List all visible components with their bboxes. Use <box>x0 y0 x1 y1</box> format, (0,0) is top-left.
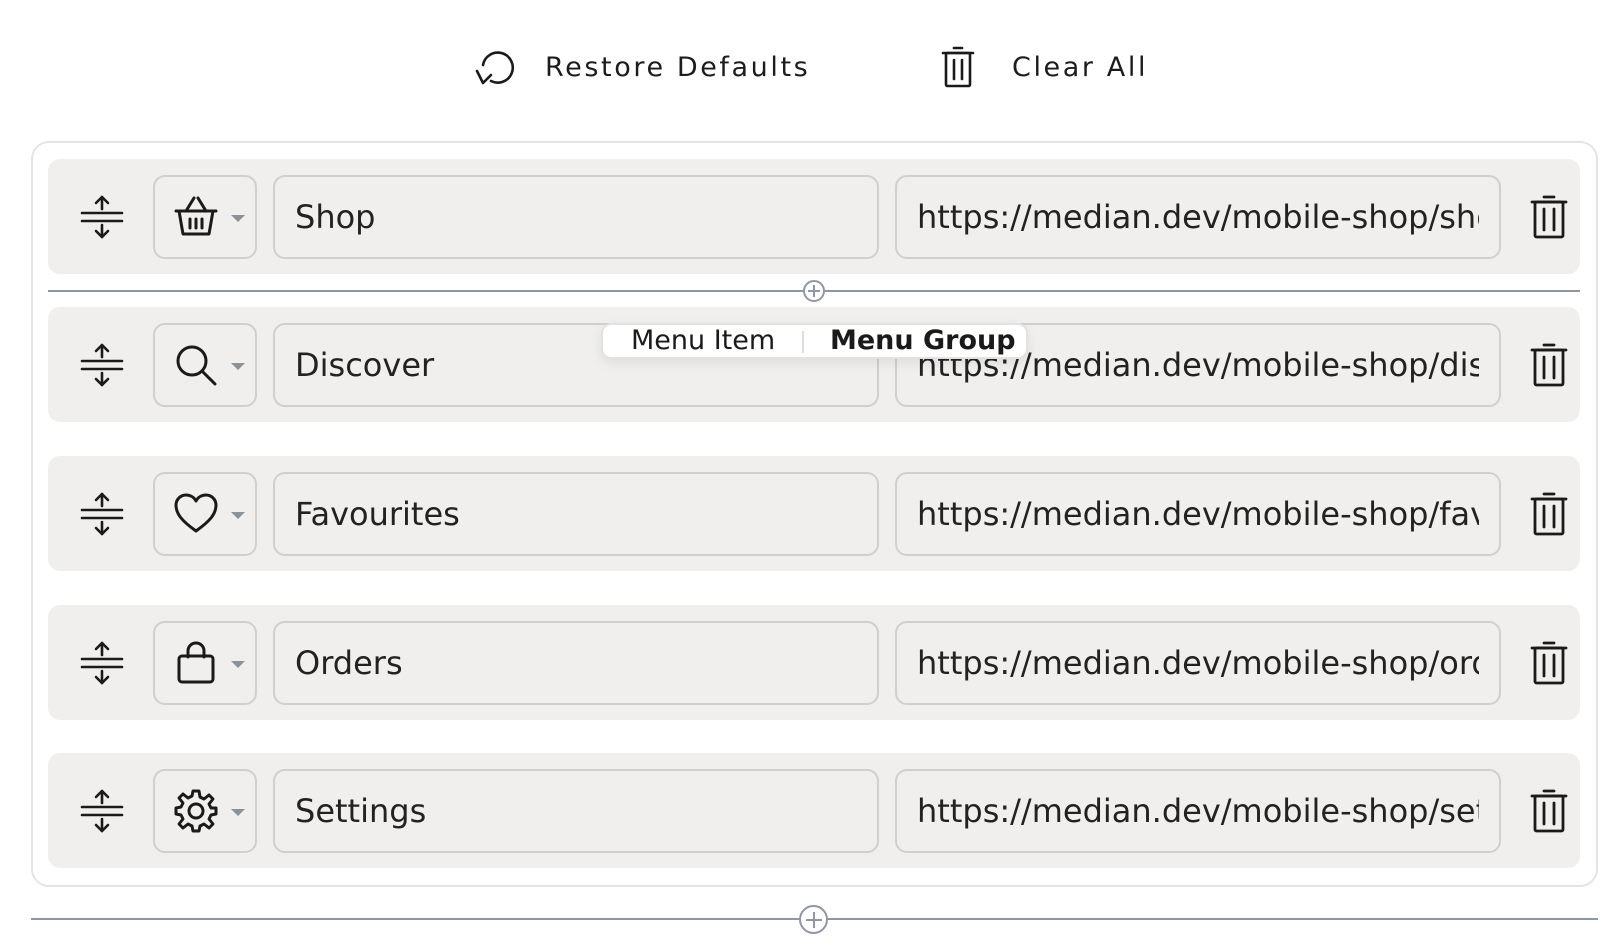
menu-item-label-input[interactable]: Shop <box>273 175 879 259</box>
menu-item-url-input[interactable]: https://median.dev/mobile-shop/orders <box>895 621 1501 705</box>
basket-icon <box>174 196 218 236</box>
search-icon <box>176 345 217 386</box>
plus-icon <box>808 285 820 297</box>
restore-defaults-button[interactable]: Restore Defaults <box>469 44 810 90</box>
drag-handle-icon[interactable] <box>80 640 124 686</box>
restore-icon <box>475 51 515 85</box>
plus-icon <box>805 911 822 928</box>
icon-picker[interactable] <box>153 769 257 853</box>
toolbar: Restore Defaults Clear All <box>0 44 1610 90</box>
menu-item-label-input[interactable]: Orders <box>273 621 879 705</box>
delete-item-icon[interactable] <box>1526 341 1572 389</box>
restore-defaults-label: Restore Defaults <box>545 51 811 83</box>
delete-item-icon[interactable] <box>1526 787 1572 835</box>
menu-item-label-input[interactable]: Settings <box>273 769 879 853</box>
add-item-button[interactable] <box>799 905 828 934</box>
chevron-down-icon <box>231 363 245 370</box>
popover-separator <box>802 331 804 353</box>
menu-item-url-input[interactable]: https://median.dev/mobile-shop/favourite… <box>895 472 1501 556</box>
chevron-down-icon <box>231 809 245 816</box>
drag-handle-icon[interactable] <box>80 788 124 834</box>
menu-item-url-input[interactable]: https://median.dev/mobile-shop/shop <box>895 175 1501 259</box>
drag-handle-icon[interactable] <box>80 342 124 388</box>
menu-item-url-input[interactable]: https://median.dev/mobile-shop/settings <box>895 769 1501 853</box>
menu-item-row: Settings https://median.dev/mobile-shop/… <box>48 753 1580 868</box>
heart-icon <box>174 493 218 533</box>
menu-item-option[interactable]: Menu Item <box>631 325 775 357</box>
trash-icon <box>941 46 975 88</box>
icon-picker[interactable] <box>153 323 257 407</box>
chevron-down-icon <box>231 512 245 519</box>
gear-icon <box>174 789 218 833</box>
menu-item-row: Orders https://median.dev/mobile-shop/or… <box>48 605 1580 720</box>
delete-item-icon[interactable] <box>1526 639 1572 687</box>
chevron-down-icon <box>231 215 245 222</box>
chevron-down-icon <box>231 661 245 668</box>
shopping-bag-icon <box>177 641 215 684</box>
drag-handle-icon[interactable] <box>80 491 124 537</box>
add-type-popover: Menu Item Menu Group <box>601 323 1028 359</box>
menu-item-row: Favourites https://median.dev/mobile-sho… <box>48 456 1580 571</box>
icon-picker[interactable] <box>153 472 257 556</box>
clear-all-label: Clear All <box>1012 51 1149 83</box>
clear-all-button[interactable]: Clear All <box>934 44 1148 90</box>
delete-item-icon[interactable] <box>1526 490 1572 538</box>
menu-item-label-input[interactable]: Favourites <box>273 472 879 556</box>
menu-item-row: Shop https://median.dev/mobile-shop/shop <box>48 159 1580 274</box>
insert-item-button[interactable] <box>803 280 825 302</box>
delete-item-icon[interactable] <box>1526 193 1572 241</box>
drag-handle-icon[interactable] <box>80 194 124 240</box>
menu-group-option[interactable]: Menu Group <box>830 325 1016 357</box>
icon-picker[interactable] <box>153 175 257 259</box>
icon-picker[interactable] <box>153 621 257 705</box>
